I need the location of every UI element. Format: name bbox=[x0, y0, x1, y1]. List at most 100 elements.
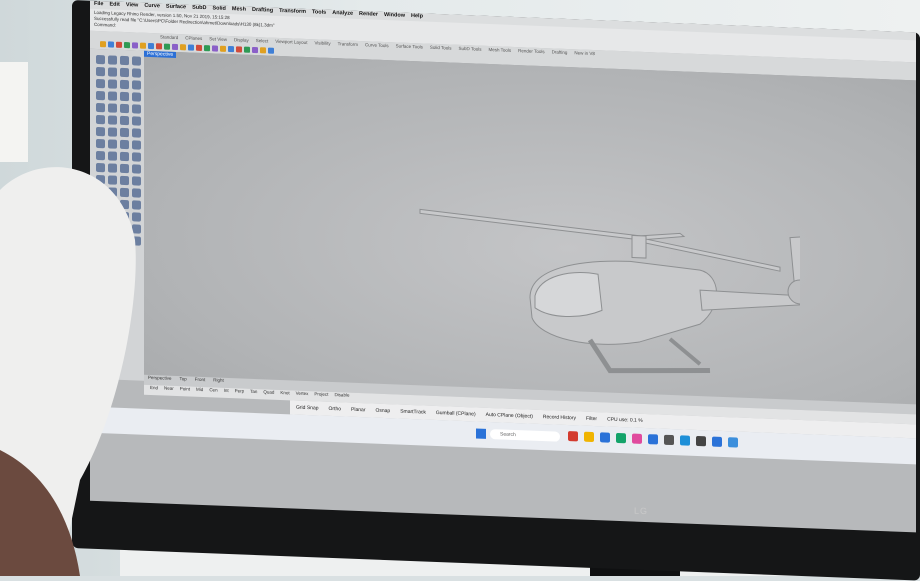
tool-icon[interactable] bbox=[120, 79, 129, 90]
menu-item[interactable]: Edit bbox=[109, 1, 119, 9]
status-item[interactable]: Auto CPlane (Object) bbox=[486, 412, 533, 420]
taskbar-app-icon[interactable] bbox=[664, 434, 674, 446]
tool-icon[interactable] bbox=[132, 92, 141, 102]
taskbar-app-icon[interactable] bbox=[568, 431, 578, 442]
tool-icon[interactable] bbox=[96, 138, 105, 149]
taskbar-app-icon[interactable] bbox=[616, 432, 626, 444]
tool-icon[interactable] bbox=[96, 90, 105, 101]
osnap-item[interactable]: Quad bbox=[263, 389, 274, 399]
menu-item[interactable]: Analyze bbox=[332, 10, 353, 19]
menu-item[interactable]: Window bbox=[384, 12, 405, 21]
toolbar-tab[interactable]: SubD Tools bbox=[459, 46, 482, 52]
tool-icon[interactable] bbox=[132, 80, 141, 90]
status-item[interactable]: Planar bbox=[351, 407, 365, 414]
menu-item[interactable]: Help bbox=[411, 13, 423, 21]
toolbar-button-icon[interactable] bbox=[204, 45, 210, 52]
osnap-item[interactable]: End bbox=[150, 385, 158, 395]
tool-icon[interactable] bbox=[120, 55, 129, 66]
toolbar-button-icon[interactable] bbox=[260, 47, 266, 54]
tool-icon[interactable] bbox=[108, 67, 117, 77]
toolbar-tab[interactable]: New in V8 bbox=[574, 50, 595, 56]
menu-item[interactable]: Drafting bbox=[252, 7, 273, 16]
tool-icon[interactable] bbox=[132, 104, 141, 114]
toolbar-button-icon[interactable] bbox=[220, 45, 226, 52]
osnap-item[interactable]: Knot bbox=[280, 390, 289, 400]
toolbar-tab[interactable]: CPlanes bbox=[185, 35, 202, 41]
toolbar-button-icon[interactable] bbox=[188, 44, 194, 51]
status-item[interactable]: SmartTrack bbox=[400, 409, 426, 416]
status-item[interactable]: Osnap bbox=[375, 408, 390, 415]
taskbar-app-icon[interactable] bbox=[680, 435, 690, 446]
tool-icon[interactable] bbox=[96, 54, 105, 65]
toolbar-button-icon[interactable] bbox=[244, 46, 250, 53]
toolbar-button-icon[interactable] bbox=[252, 46, 258, 54]
toolbar-button-icon[interactable] bbox=[100, 41, 106, 48]
tool-icon[interactable] bbox=[120, 103, 129, 114]
tool-icon[interactable] bbox=[108, 103, 117, 113]
status-item[interactable]: Record History bbox=[543, 414, 576, 421]
osnap-item[interactable]: Near bbox=[164, 386, 174, 396]
status-item[interactable]: Gumball (CPlane) bbox=[436, 410, 476, 418]
tool-icon[interactable] bbox=[120, 139, 129, 150]
toolbar-button-icon[interactable] bbox=[236, 46, 242, 53]
menu-item[interactable]: SubD bbox=[192, 5, 206, 14]
status-item[interactable]: Ortho bbox=[329, 406, 342, 412]
taskbar-app-icon[interactable] bbox=[648, 434, 658, 445]
toolbar-button-icon[interactable] bbox=[124, 41, 130, 49]
toolbar-button-icon[interactable] bbox=[212, 45, 218, 52]
tool-icon[interactable] bbox=[120, 115, 129, 126]
osnap-item[interactable]: Mid bbox=[196, 387, 203, 397]
status-item[interactable]: Filter bbox=[586, 416, 597, 422]
toolbar-button-icon[interactable] bbox=[180, 44, 186, 51]
menu-item[interactable]: Surface bbox=[166, 4, 186, 13]
toolbar-button-icon[interactable] bbox=[164, 43, 170, 50]
toolbar-button-icon[interactable] bbox=[228, 45, 234, 53]
viewport-tab[interactable]: Front bbox=[195, 377, 206, 387]
osnap-item[interactable]: Int bbox=[224, 388, 229, 398]
tool-icon[interactable] bbox=[132, 140, 141, 150]
tool-icon[interactable] bbox=[120, 67, 129, 78]
toolbar-button-icon[interactable] bbox=[196, 44, 202, 51]
tool-icon[interactable] bbox=[120, 91, 129, 102]
toolbar-tab[interactable]: Render Tools bbox=[518, 48, 544, 54]
tool-icon[interactable] bbox=[96, 102, 105, 113]
toolbar-button-icon[interactable] bbox=[132, 42, 138, 49]
tool-icon[interactable] bbox=[108, 55, 117, 65]
tool-icon[interactable] bbox=[96, 114, 105, 125]
tool-icon[interactable] bbox=[96, 78, 105, 89]
toolbar-button-icon[interactable] bbox=[156, 43, 162, 50]
toolbar-button-icon[interactable] bbox=[172, 43, 178, 51]
toolbar-tab[interactable]: Mesh Tools bbox=[488, 47, 511, 53]
menu-item[interactable]: View bbox=[126, 2, 138, 10]
tool-icon[interactable] bbox=[132, 56, 141, 66]
taskbar-app-icon[interactable] bbox=[632, 433, 642, 444]
toolbar-tab[interactable]: Set View bbox=[209, 36, 227, 42]
taskbar-app-icon[interactable] bbox=[712, 436, 722, 447]
menu-item[interactable]: Transform bbox=[279, 8, 306, 17]
viewport-label[interactable]: Perspective bbox=[144, 50, 177, 59]
tool-icon[interactable] bbox=[108, 127, 117, 137]
toolbar-tab[interactable]: Select bbox=[256, 38, 269, 43]
taskbar-app-icon[interactable] bbox=[600, 432, 610, 443]
toolbar-tab[interactable]: Solid Tools bbox=[430, 45, 452, 51]
tool-icon[interactable] bbox=[120, 127, 129, 138]
taskbar-app-icon[interactable] bbox=[584, 431, 594, 443]
toolbar-button-icon[interactable] bbox=[108, 41, 114, 48]
status-item[interactable]: CPU use: 0.1 % bbox=[607, 417, 643, 424]
toolbar-tab[interactable]: Surface Tools bbox=[396, 43, 423, 49]
osnap-item[interactable]: Disable bbox=[334, 392, 349, 403]
toolbar-tab[interactable]: Display bbox=[234, 37, 249, 43]
menu-item[interactable]: Solid bbox=[212, 5, 225, 14]
viewport-tab[interactable]: Right bbox=[213, 377, 224, 387]
osnap-item[interactable]: Perp bbox=[235, 388, 245, 398]
tool-icon[interactable] bbox=[108, 139, 117, 149]
osnap-item[interactable]: Tan bbox=[250, 389, 257, 399]
toolbar-button-icon[interactable] bbox=[148, 42, 154, 50]
menu-item[interactable]: Curve bbox=[144, 3, 160, 12]
tool-icon[interactable] bbox=[96, 126, 105, 137]
toolbar-tab[interactable]: Standard bbox=[160, 34, 178, 40]
tool-icon[interactable] bbox=[108, 115, 117, 125]
toolbar-tab[interactable]: Visibility bbox=[314, 40, 330, 46]
tool-icon[interactable] bbox=[108, 91, 117, 101]
osnap-item[interactable]: Cen bbox=[209, 387, 217, 397]
